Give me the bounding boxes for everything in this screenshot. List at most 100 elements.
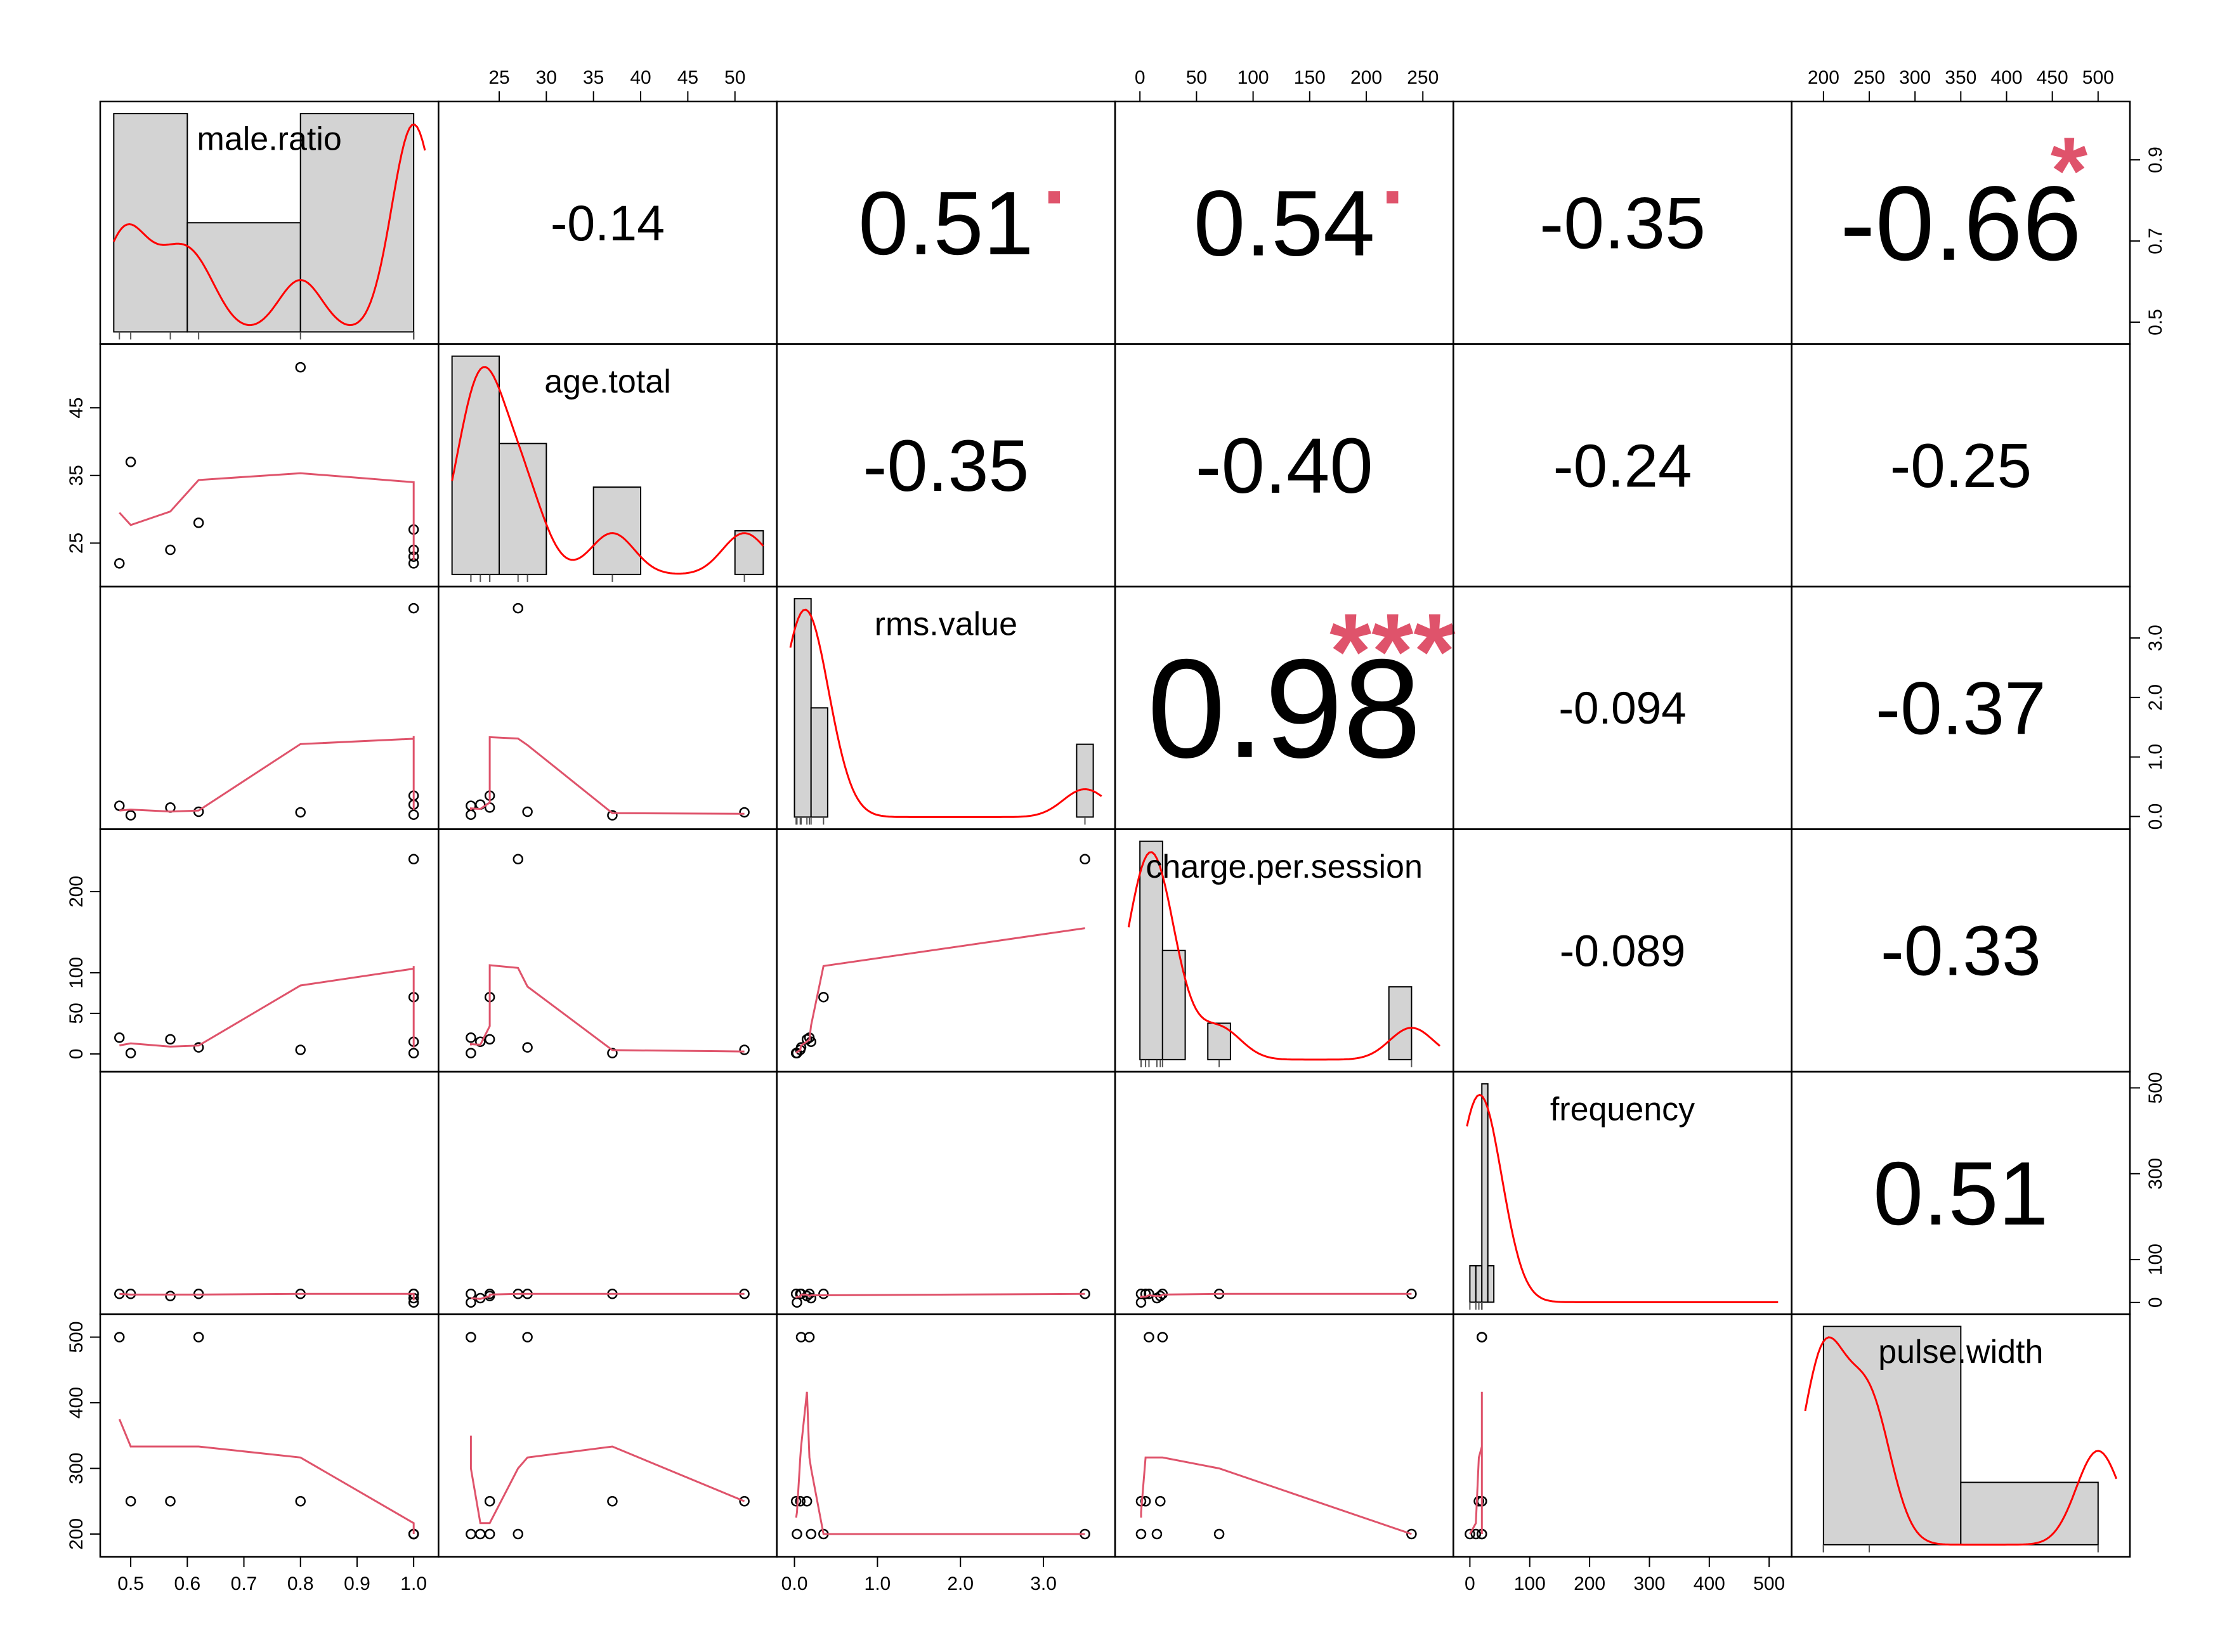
tick-label: 100 <box>2145 1244 2166 1275</box>
tick-label: 400 <box>66 1387 87 1419</box>
scatter-point <box>114 1032 125 1043</box>
scatter-point <box>1151 1528 1163 1540</box>
scatter-point <box>114 1332 125 1343</box>
histogram-bar <box>734 530 764 575</box>
panel-rms.value-charge.per.session: 0.98*** <box>1114 585 1456 830</box>
panel-border <box>99 1313 440 1558</box>
tick-label: 0 <box>1135 67 1146 88</box>
tick-label: 1.0 <box>400 1573 427 1594</box>
panel-male.ratio-rms.value: 0.51. <box>776 100 1116 345</box>
panel-border <box>99 1070 440 1315</box>
fit-line <box>471 1292 745 1300</box>
histogram-bar <box>1960 1481 2099 1545</box>
scatter-point <box>484 1496 495 1507</box>
correlation-label: -0.14 <box>551 195 665 251</box>
histogram-bar <box>1475 1265 1483 1303</box>
panel-border <box>99 343 440 588</box>
panel-male.ratio-frequency: -0.35 <box>1453 100 1792 345</box>
scatter-point <box>193 517 204 528</box>
tick-label: 0 <box>1465 1573 1475 1594</box>
panel-frequency-rms.value <box>776 1070 1116 1315</box>
panel-border <box>776 1313 1116 1558</box>
correlation-label: -0.37 <box>1876 667 2046 751</box>
tick-label: 300 <box>2145 1158 2166 1190</box>
fit-line <box>119 966 415 1048</box>
scatter-point <box>818 1289 829 1299</box>
scatter-point <box>466 1032 476 1043</box>
tick-label: 25 <box>488 67 509 88</box>
panel-male.ratio-age.total: -0.14 <box>438 100 778 345</box>
histogram-bar <box>1487 1265 1495 1303</box>
panel-charge.per.session-age.total <box>438 828 778 1073</box>
correlation-label: -0.40 <box>1195 423 1373 510</box>
panel-age.total-charge.per.session: -0.40 <box>1114 343 1454 588</box>
scatter-point <box>1135 1297 1147 1308</box>
tick-label: 400 <box>1990 67 2022 88</box>
panel-border <box>776 1070 1116 1315</box>
scatter-point <box>295 1044 306 1055</box>
correlation-label: -0.35 <box>1539 183 1706 264</box>
scatter-point <box>818 992 829 1003</box>
panel-border <box>99 585 440 830</box>
panel-charge.per.session-rms.value <box>776 828 1116 1073</box>
tick-label: 50 <box>724 67 745 88</box>
scatter-point <box>522 806 533 817</box>
fit-line <box>118 1419 415 1534</box>
panel-rms.value-male.ratio <box>99 585 440 830</box>
tick-label: 45 <box>66 397 87 418</box>
tick-label: 3.0 <box>1030 1573 1057 1594</box>
scatter-point <box>484 1528 495 1540</box>
scatter-point <box>125 810 136 821</box>
panel-age.total-age.total: age.total <box>438 343 778 588</box>
scatter-point <box>792 1528 802 1540</box>
panel-charge.per.session-pulse.width: -0.33 <box>1791 828 2131 1073</box>
panel-age.total-frequency: -0.24 <box>1453 343 1792 588</box>
panel-frequency-age.total <box>438 1070 778 1315</box>
panel-border <box>1114 1070 1454 1315</box>
scatter-point <box>193 1332 204 1343</box>
tick-label: 35 <box>66 465 87 486</box>
tick-label: 400 <box>1694 1573 1725 1594</box>
tick-label: 50 <box>1186 67 1207 88</box>
significance-stars: *** <box>1329 592 1455 712</box>
tick-label: 500 <box>2145 1072 2166 1103</box>
scatter-point <box>466 1289 476 1299</box>
tick-label: 2.0 <box>947 1573 974 1594</box>
scatter-point <box>165 1496 176 1507</box>
panel-male.ratio-charge.per.session: 0.54. <box>1114 100 1454 345</box>
scatter-point <box>1465 1528 1475 1540</box>
tick-label: 100 <box>66 957 87 989</box>
scatter-point <box>408 1048 419 1058</box>
scatter-point <box>125 1048 136 1058</box>
scatter-point <box>1157 1332 1168 1343</box>
variable-label: charge.per.session <box>1146 849 1423 885</box>
scatter-point <box>1213 1528 1225 1540</box>
tick-label: 100 <box>1237 67 1269 88</box>
correlation-chart-panel: male.ratio -0.14 0.51. 0.54. -0.35 -0.66 * age.… <box>0 0 2220 1649</box>
scatter-point <box>125 457 136 467</box>
tick-label: 0.9 <box>344 1573 370 1594</box>
tick-label: 300 <box>1899 67 1931 88</box>
tick-label: 500 <box>2082 67 2114 88</box>
variable-label: age.total <box>544 363 671 400</box>
scatter-point <box>165 544 176 556</box>
tick-label: 0.7 <box>2145 228 2166 254</box>
scatter-point <box>806 1528 816 1540</box>
tick-label: 500 <box>66 1321 87 1353</box>
panel-rms.value-pulse.width: -0.37 <box>1791 585 2131 830</box>
tick-label: 25 <box>66 533 87 554</box>
significance-stars: * <box>2051 117 2088 224</box>
tick-label: 1.0 <box>865 1573 891 1594</box>
scatter-point <box>466 809 476 820</box>
panel-frequency-frequency: frequency <box>1453 1070 1792 1315</box>
correlation-label: -0.33 <box>1881 912 2041 991</box>
tick-label: 35 <box>583 67 604 88</box>
tick-label: 0.6 <box>174 1573 200 1594</box>
tick-label: 250 <box>1407 67 1439 88</box>
tick-label: 450 <box>2037 67 2068 88</box>
tick-label: 0.0 <box>781 1573 808 1594</box>
panel-border <box>776 828 1116 1073</box>
scatter-point <box>513 854 523 865</box>
fit-line <box>119 736 415 813</box>
histogram-bar <box>1388 986 1413 1060</box>
